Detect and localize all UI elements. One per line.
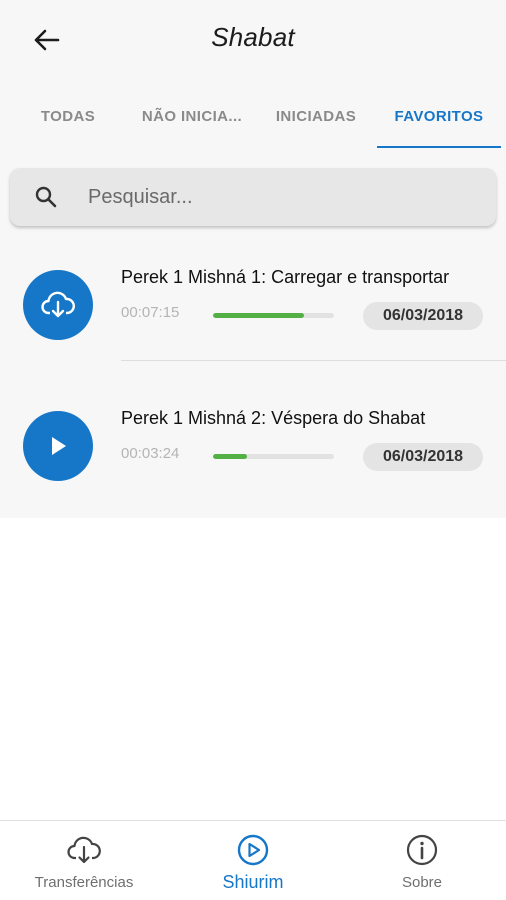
play-icon <box>52 437 66 455</box>
nav-sobre[interactable]: Sobre <box>338 821 506 900</box>
bottom-navigation: Transferências Shiurim Sobre <box>0 820 506 900</box>
list-item[interactable]: Perek 1 Mishná 1: Carregar e transportar… <box>0 240 506 380</box>
nav-label: Transferências <box>34 874 134 891</box>
tab-iniciadas[interactable]: INICIADAS <box>262 96 370 148</box>
list-item[interactable]: Perek 1 Mishná 2: Véspera do Shabat 00:0… <box>0 378 506 518</box>
tab-todas[interactable]: TODAS <box>22 96 114 148</box>
nav-transferencias[interactable]: Transferências <box>0 821 168 900</box>
progress-bar <box>213 454 334 459</box>
info-icon <box>406 834 438 866</box>
date-badge: 06/03/2018 <box>363 302 483 330</box>
tab-nao-iniciadas[interactable]: NÃO INICIA... <box>128 96 256 148</box>
divider <box>121 360 506 361</box>
play-circle-icon <box>237 834 269 866</box>
nav-shiurim[interactable]: Shiurim <box>169 821 337 900</box>
item-duration: 00:03:24 <box>121 445 180 462</box>
tab-favoritos[interactable]: FAVORITOS <box>377 96 501 148</box>
item-title: Perek 1 Mishná 2: Véspera do Shabat <box>121 408 426 428</box>
progress-bar <box>213 313 334 318</box>
item-duration: 00:07:15 <box>121 304 180 321</box>
page-title: Shabat <box>211 22 295 52</box>
download-button[interactable] <box>23 270 93 340</box>
nav-label: Shiurim <box>222 872 284 892</box>
cloud-download-icon <box>41 291 75 318</box>
nav-label: Sobre <box>401 874 443 891</box>
progress-fill <box>213 454 247 459</box>
search-icon <box>35 186 57 208</box>
item-title: Perek 1 Mishná 1: Carregar e transportar <box>121 267 450 287</box>
tab-bar: TODAS NÃO INICIA... INICIADAS FAVORITOS <box>0 96 506 148</box>
cloud-download-icon <box>67 836 101 864</box>
play-button[interactable] <box>23 411 93 481</box>
search-input[interactable] <box>88 168 478 226</box>
active-tab-indicator <box>377 146 501 148</box>
search-bar <box>10 168 496 226</box>
progress-fill <box>213 313 304 318</box>
date-badge: 06/03/2018 <box>363 443 483 471</box>
